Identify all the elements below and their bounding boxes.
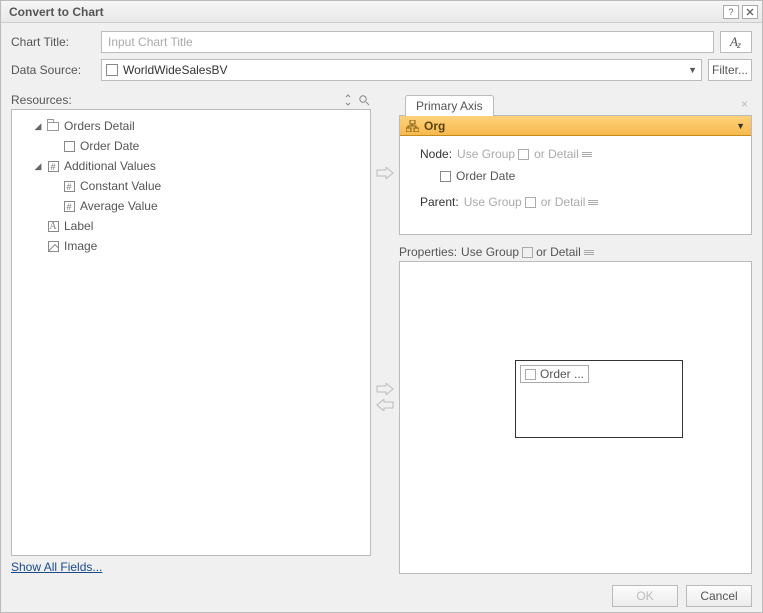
show-all-fields-link[interactable]: Show All Fields... xyxy=(11,560,102,574)
chart-preview[interactable]: Order ... xyxy=(515,360,683,438)
tree-label: Orders Detail xyxy=(64,119,135,133)
preview-field[interactable]: Order ... xyxy=(520,365,589,383)
chart-title-input[interactable] xyxy=(101,31,714,53)
help-button[interactable]: ? xyxy=(723,5,739,19)
search-icon xyxy=(358,94,370,106)
arrow-left-button[interactable] xyxy=(375,397,395,413)
chevron-down-icon: ▼ xyxy=(688,65,697,75)
or-detail-hint: or Detail xyxy=(536,245,581,259)
resources-tree[interactable]: ◢ Orders Detail Order Date ◢ # Additiona… xyxy=(11,109,371,556)
resources-sort-button[interactable] xyxy=(341,93,355,107)
arrow-right-button[interactable] xyxy=(375,165,395,181)
close-button[interactable] xyxy=(742,5,758,19)
show-all-fields: Show All Fields... xyxy=(11,560,371,574)
tree-label: Average Value xyxy=(80,199,158,213)
data-source-row: Data Source: WorldWideSalesBV ▼ Filter..… xyxy=(11,59,752,81)
expand-icon[interactable]: ◢ xyxy=(32,121,44,132)
field-icon xyxy=(525,369,536,380)
properties-panel[interactable]: Order ... xyxy=(399,261,752,574)
filter-button[interactable]: Filter... xyxy=(708,59,752,81)
close-icon xyxy=(746,8,754,16)
dialog-convert-to-chart: Convert to Chart ? Chart Title: Az Data … xyxy=(0,0,763,613)
main-area: Resources: ◢ Orders Detail xyxy=(11,93,752,574)
chevron-down-icon: ▼ xyxy=(736,121,745,131)
org-selector[interactable]: Org ▼ xyxy=(400,116,751,136)
field-icon xyxy=(438,169,452,183)
tree-label: Image xyxy=(64,239,97,253)
properties-header: Properties: Use Group or Detail xyxy=(399,245,752,259)
dialog-title: Convert to Chart xyxy=(9,5,720,19)
group-drop-icon[interactable] xyxy=(522,247,533,258)
or-detail-hint: or Detail xyxy=(541,195,586,209)
axis-config: Node: Use Group or Detail Order Date Par… xyxy=(400,136,751,224)
use-group-hint: Use Group xyxy=(461,245,519,259)
tree-node-constant-value[interactable]: # Constant Value xyxy=(16,176,366,196)
node-label: Node: xyxy=(420,147,452,161)
detail-drop-icon[interactable] xyxy=(582,152,592,157)
axis-tabs: Primary Axis × xyxy=(399,93,752,115)
arrow-right-icon xyxy=(376,383,394,395)
ok-button[interactable]: OK xyxy=(612,585,678,607)
data-source-label: Data Source: xyxy=(11,63,101,77)
label-icon: A xyxy=(46,219,60,233)
parent-row: Parent: Use Group or Detail xyxy=(420,192,739,212)
font-button[interactable]: Az xyxy=(720,31,752,53)
config-pane: Primary Axis × Org ▼ Node: Use Gr xyxy=(399,93,752,574)
data-source-select[interactable]: WorldWideSalesBV ▼ xyxy=(101,59,702,81)
resources-label: Resources: xyxy=(11,93,339,107)
transfer-arrows xyxy=(371,93,399,574)
sort-icon xyxy=(343,94,353,106)
tree-node-additional-values[interactable]: ◢ # Additional Values xyxy=(16,156,366,176)
primary-axis-panel: Org ▼ Node: Use Group or Detail xyxy=(399,115,752,235)
tab-close-button[interactable]: × xyxy=(741,97,748,111)
use-group-hint: Use Group xyxy=(457,147,515,161)
numeric-icon: # xyxy=(62,199,76,213)
datasource-icon xyxy=(106,64,118,76)
node-order-date[interactable]: Order Date xyxy=(436,166,739,186)
parent-label: Parent: xyxy=(420,195,459,209)
resources-header: Resources: xyxy=(11,93,371,107)
dialog-content: Chart Title: Az Data Source: WorldWideSa… xyxy=(1,23,762,580)
chart-title-row: Chart Title: Az xyxy=(11,31,752,53)
data-source-value: WorldWideSalesBV xyxy=(123,63,688,77)
tree-label: Label xyxy=(64,219,93,233)
chart-title-label: Chart Title: xyxy=(11,35,101,49)
or-detail-hint: or Detail xyxy=(534,147,579,161)
image-icon xyxy=(46,239,60,253)
tab-primary-axis[interactable]: Primary Axis xyxy=(405,95,494,116)
resources-search-button[interactable] xyxy=(357,93,371,107)
arrow-left-icon xyxy=(376,399,394,411)
tree-label: Additional Values xyxy=(64,159,156,173)
resources-pane: Resources: ◢ Orders Detail xyxy=(11,93,371,574)
expand-icon[interactable]: ◢ xyxy=(32,161,44,172)
tree-node-average-value[interactable]: # Average Value xyxy=(16,196,366,216)
preview-label: Order ... xyxy=(540,367,584,381)
field-icon xyxy=(62,139,76,153)
titlebar: Convert to Chart ? xyxy=(1,1,762,23)
dialog-footer: OK Cancel xyxy=(1,580,762,612)
tree-label: Constant Value xyxy=(80,179,161,193)
folder-icon xyxy=(46,119,60,133)
tree-node-orders-detail[interactable]: ◢ Orders Detail xyxy=(16,116,366,136)
cancel-button[interactable]: Cancel xyxy=(686,585,752,607)
detail-drop-icon[interactable] xyxy=(588,200,598,205)
tree-node-order-date[interactable]: Order Date xyxy=(16,136,366,156)
hierarchy-icon xyxy=(406,120,419,132)
numeric-icon: # xyxy=(46,159,60,173)
arrow-right-icon xyxy=(376,167,394,179)
group-drop-icon[interactable] xyxy=(525,197,536,208)
org-label: Org xyxy=(424,119,736,133)
tree-node-image[interactable]: Image xyxy=(16,236,366,256)
group-drop-icon[interactable] xyxy=(518,149,529,160)
detail-drop-icon[interactable] xyxy=(584,250,594,255)
arrow-right-button-2[interactable] xyxy=(375,381,395,397)
use-group-hint: Use Group xyxy=(464,195,522,209)
tree-label: Order Date xyxy=(80,139,139,153)
tree-node-label[interactable]: A Label xyxy=(16,216,366,236)
properties-label: Properties: xyxy=(399,245,457,259)
node-row: Node: Use Group or Detail xyxy=(420,144,739,164)
node-item-label: Order Date xyxy=(456,169,515,183)
numeric-icon: # xyxy=(62,179,76,193)
